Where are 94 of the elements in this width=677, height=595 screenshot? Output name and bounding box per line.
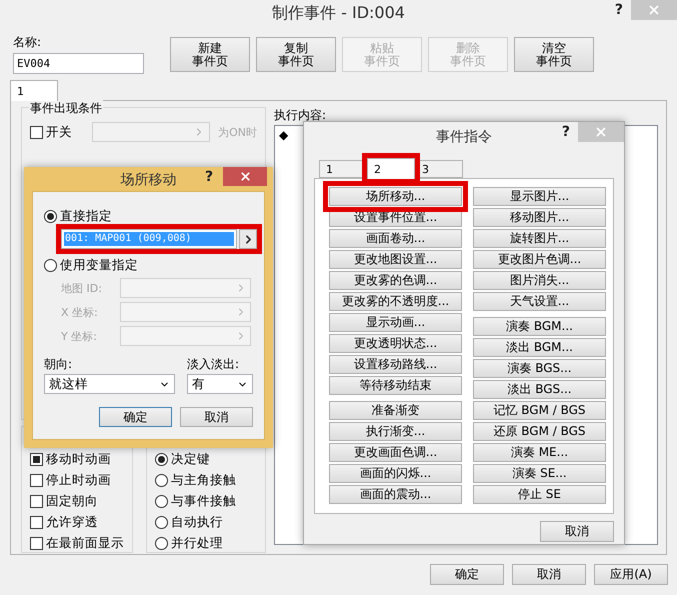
- contents-label: 执行内容:: [274, 107, 328, 124]
- command-button[interactable]: 显示动画...: [329, 313, 462, 332]
- name-label: 名称:: [13, 34, 42, 51]
- variable-label: Y 坐标:: [61, 328, 98, 344]
- switch-checkbox[interactable]: 开关: [30, 124, 84, 140]
- dialog-button[interactable]: 取消: [180, 407, 253, 427]
- command-button[interactable]: 更改透明状态...: [329, 334, 462, 353]
- command-button[interactable]: 还原 BGM / BGS: [473, 422, 606, 441]
- checkbox-icon[interactable]: [30, 474, 43, 487]
- cancel-button[interactable]: 取消: [540, 521, 614, 542]
- option-checkbox[interactable]: 停止时动画: [30, 473, 124, 488]
- trigger-radio[interactable]: 自动执行: [155, 515, 257, 530]
- close-icon: [594, 125, 608, 139]
- name-field[interactable]: EV004: [13, 53, 144, 74]
- radio-icon[interactable]: [155, 537, 168, 550]
- trigger-radio[interactable]: 与事件接触: [155, 494, 257, 509]
- command-button[interactable]: 旋转图片...: [473, 229, 606, 248]
- option-checkbox[interactable]: 允许穿透: [30, 515, 124, 530]
- checkbox-icon[interactable]: [30, 126, 43, 138]
- dialog-button[interactable]: 确定: [430, 564, 504, 585]
- trigger-radio[interactable]: 并行处理: [155, 536, 257, 551]
- option-checkbox[interactable]: 固定朝向: [30, 494, 124, 509]
- help-button[interactable]: ?: [562, 122, 570, 140]
- window-title: 制作事件 - ID:004: [271, 2, 406, 24]
- dialog-button[interactable]: 确定: [99, 407, 172, 427]
- command-button[interactable]: 演奏 BGS...: [473, 359, 606, 378]
- fade-select[interactable]: 有: [187, 374, 253, 394]
- command-button[interactable]: 准备渐变: [329, 401, 462, 420]
- direction-select[interactable]: 就这样: [44, 374, 175, 394]
- trigger-radio[interactable]: 与主角接触: [155, 473, 257, 488]
- fade-label: 淡入淡出:: [187, 356, 240, 373]
- option-checkbox[interactable]: 在最前面显示: [30, 536, 124, 551]
- radio-icon[interactable]: [155, 453, 168, 466]
- command-button[interactable]: 演奏 ME...: [473, 443, 606, 462]
- group-title: 事件出现条件: [29, 100, 103, 117]
- close-icon: [238, 170, 252, 183]
- command-button[interactable]: 显示图片...: [473, 187, 606, 206]
- variable-label: 地图 ID:: [61, 280, 103, 296]
- page-button[interactable]: 新建 事件页: [170, 37, 250, 72]
- command-button[interactable]: 等待移动结束: [329, 376, 462, 395]
- variable-label: X 坐标:: [61, 304, 99, 320]
- command-button[interactable]: 画面的震动...: [329, 485, 462, 504]
- checkbox-icon[interactable]: [30, 453, 43, 466]
- checkbox-icon[interactable]: [30, 537, 43, 550]
- variable-field[interactable]: [120, 302, 251, 322]
- page-button[interactable]: 清空 事件页: [514, 37, 594, 72]
- direction-label: 朝向:: [44, 356, 74, 373]
- radio-icon[interactable]: [155, 495, 168, 508]
- command-button[interactable]: 执行渐变...: [329, 422, 462, 441]
- dialog-button[interactable]: 应用(A): [594, 564, 668, 585]
- radio-icon[interactable]: [155, 516, 168, 529]
- command-button[interactable]: 移动图片...: [473, 208, 606, 227]
- radio-icon[interactable]: [155, 474, 168, 487]
- trigger-radio[interactable]: 决定键: [155, 452, 257, 467]
- command-button[interactable]: 记忆 BGM / BGS: [473, 401, 606, 420]
- command-button[interactable]: 停止 SE: [473, 485, 606, 504]
- switch-field[interactable]: [92, 122, 210, 142]
- command-button[interactable]: 更改图片色调...: [473, 250, 606, 269]
- dialog-title: 事件指令: [435, 128, 493, 146]
- command-button[interactable]: 设置移动路线...: [329, 355, 462, 374]
- command-button[interactable]: 天气设置...: [473, 292, 606, 311]
- list-line[interactable]: ◆: [279, 128, 288, 142]
- help-button[interactable]: ?: [205, 167, 214, 185]
- browse-button[interactable]: [239, 229, 257, 249]
- page-button[interactable]: 复制 事件页: [256, 37, 336, 72]
- checkbox-icon[interactable]: [30, 495, 43, 508]
- radio-icon[interactable]: [44, 210, 57, 223]
- option-checkbox[interactable]: 移动时动画: [30, 452, 124, 467]
- radio-icon[interactable]: [44, 259, 57, 272]
- variable-field[interactable]: [120, 326, 251, 346]
- command-button[interactable]: 演奏 SE...: [473, 464, 606, 483]
- close-button[interactable]: [223, 167, 267, 186]
- condition-suffix: 为ON时: [218, 124, 257, 140]
- command-button[interactable]: 更改画面色调...: [329, 443, 462, 462]
- page-tab[interactable]: 1: [10, 80, 58, 101]
- checkbox-icon[interactable]: [30, 516, 43, 529]
- help-button[interactable]: ?: [614, 0, 623, 18]
- command-button[interactable]: 画面卷动...: [329, 229, 462, 248]
- select-value: 就这样: [49, 376, 88, 392]
- command-button[interactable]: 更改雾的色调...: [329, 271, 462, 290]
- command-button[interactable]: 更改雾的不透明度...: [329, 292, 462, 311]
- command-button[interactable]: 画面的闪烁...: [329, 464, 462, 483]
- variable-field[interactable]: [120, 278, 251, 298]
- command-button[interactable]: 淡出 BGS...: [473, 380, 606, 399]
- dialog-button[interactable]: 取消: [512, 564, 586, 585]
- dialog-title: 场所移动: [120, 171, 178, 189]
- direct-radio[interactable]: 直接指定: [44, 208, 254, 225]
- close-icon: [647, 3, 661, 17]
- command-button[interactable]: 淡出 BGM...: [473, 338, 606, 357]
- variable-radio[interactable]: 使用变量指定: [44, 257, 254, 274]
- command-button[interactable]: 更改地图设置...: [329, 250, 462, 269]
- command-button[interactable]: 图片消失...: [473, 271, 606, 290]
- select-value: 有: [192, 376, 205, 392]
- command-button[interactable]: 演奏 BGM...: [473, 317, 606, 336]
